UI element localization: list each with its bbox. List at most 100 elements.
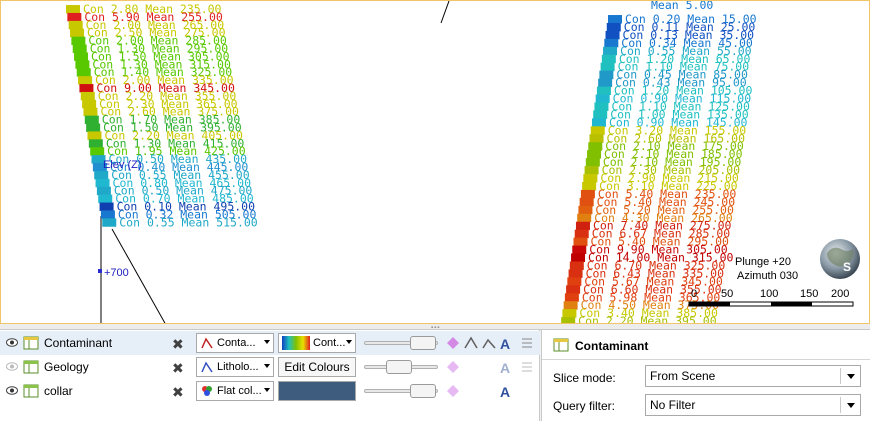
right-hole-label: Con 2.20 Mean 395.00	[578, 314, 717, 324]
scene-canvas[interactable]: Con 2.80 Mean 235.00Con 5.90 Mean 255.00…	[1, 1, 870, 324]
table-object-icon	[23, 360, 39, 374]
properties-title: Contaminant	[575, 339, 649, 353]
scale-tick-100: 100	[760, 288, 778, 300]
left-hole-label: Con 0.55 Mean 515.00	[119, 215, 258, 229]
left-hole-segment	[75, 60, 90, 69]
opacity-slider-thumb[interactable]	[410, 336, 436, 350]
left-hole-segment	[87, 131, 102, 140]
layer-style-dropdown[interactable]: Conta...	[196, 333, 274, 353]
right-hole-segment	[582, 181, 597, 191]
table-object-icon	[23, 336, 39, 350]
right-hole-segment	[567, 277, 582, 286]
left-hole-segment	[94, 170, 109, 180]
slice-icon[interactable]	[446, 360, 460, 374]
right-hole-segment	[598, 78, 613, 88]
layer-style-dropdown[interactable]: Litholo...	[196, 357, 274, 377]
label-text-icon[interactable]: A	[500, 384, 514, 400]
opacity-slider-thumb[interactable]	[386, 360, 412, 374]
left-hole-segment	[66, 5, 80, 14]
right-hole-segment	[605, 30, 620, 40]
left-hole-segment	[70, 28, 85, 38]
elevation-value: +700	[104, 267, 129, 279]
opacity-slider-thumb[interactable]	[410, 384, 436, 398]
right-hole-segment	[600, 62, 615, 72]
label-text-icon[interactable]: A	[500, 360, 514, 376]
layer-name: collar	[44, 384, 73, 398]
right-hole-segment	[593, 110, 608, 119]
filter-icon[interactable]	[464, 336, 478, 350]
eye-icon[interactable]	[6, 338, 18, 347]
remove-layer-button[interactable]: ✖	[172, 360, 184, 377]
right-hole-segment	[578, 205, 593, 215]
scale-tick-150: 150	[800, 288, 818, 300]
scene-view[interactable]: Con 2.80 Mean 235.00 Con 5.90 Mean 255.00…	[0, 0, 870, 324]
table-object-icon	[553, 338, 569, 352]
right-hole-segment	[563, 301, 578, 310]
layer-row-collar[interactable]: collar ✖ Flat col... A	[0, 379, 540, 403]
slice-mode-dropdown[interactable]: From Scene	[645, 365, 861, 387]
layer-row-contaminant[interactable]: Contaminant ✖ Conta... Cont... A	[0, 331, 540, 355]
left-hole-segment	[98, 194, 113, 204]
left-hole-segment	[76, 68, 91, 77]
elevation-axis-label: Elev (Z)	[103, 159, 142, 171]
right-hole-segment	[585, 158, 600, 167]
eye-hidden-icon[interactable]	[6, 362, 18, 371]
list-properties-icon[interactable]	[520, 360, 534, 374]
left-hole-segment	[100, 210, 115, 219]
right-hole-segment	[573, 237, 588, 247]
slice-icon[interactable]	[446, 336, 460, 350]
eye-icon[interactable]	[6, 386, 18, 395]
right-hole-segment	[566, 285, 581, 294]
plunge-readout: Plunge +20	[735, 256, 791, 268]
label-text-icon[interactable]: A	[500, 336, 514, 352]
lithology-icon	[201, 361, 213, 373]
table-object-icon	[23, 384, 39, 398]
line-style-icon	[201, 337, 213, 349]
list-properties-icon[interactable]	[520, 336, 534, 350]
right-hole-segment	[603, 46, 618, 56]
layer-name: Contaminant	[44, 336, 113, 350]
collar-colour-swatch[interactable]	[278, 381, 356, 401]
azimuth-readout: Azimuth 030	[737, 270, 798, 282]
right-hole-top-label: Mean 5.00	[651, 1, 713, 12]
left-hole-segment	[80, 91, 95, 101]
right-hole-segment	[575, 221, 590, 231]
remove-layer-button[interactable]: ✖	[172, 384, 184, 401]
scale-tick-200: 200	[831, 288, 849, 300]
right-hole-segment	[568, 269, 583, 278]
slice-mode-label: Slice mode:	[553, 371, 616, 385]
right-hole-segment	[601, 54, 616, 64]
right-hole-segment	[594, 102, 609, 111]
right-hole-segment	[595, 94, 610, 103]
slice-icon[interactable]	[446, 384, 460, 398]
right-hole-segment	[589, 134, 604, 143]
right-hole-segment	[569, 261, 584, 270]
left-hole-segment	[82, 99, 97, 109]
layer-row-geology[interactable]: Geology ✖ Litholo... Edit Colours A	[0, 355, 540, 379]
right-hole-segment	[561, 317, 576, 323]
left-hole-segment	[86, 123, 101, 132]
right-hole-segment	[591, 118, 606, 127]
layer-colourmap-dropdown[interactable]: Cont...	[278, 333, 356, 353]
left-hole-segment	[90, 147, 105, 156]
properties-header: Contaminant	[542, 330, 870, 360]
right-hole-segment	[604, 38, 619, 48]
left-hole-segment	[72, 44, 87, 53]
left-hole-segment	[74, 52, 89, 61]
query-filter-dropdown[interactable]: No Filter	[645, 394, 861, 416]
left-hole-segment	[83, 107, 98, 117]
right-hole-segment	[577, 213, 592, 223]
right-hole-segment	[572, 245, 587, 255]
left-hole-segment	[67, 12, 82, 22]
left-hole-segment	[68, 20, 83, 30]
left-hole-segment	[84, 115, 99, 125]
right-hole-segment	[562, 309, 577, 318]
edit-colours-button[interactable]: Edit Colours	[278, 357, 356, 377]
right-hole-segment	[574, 229, 589, 239]
layer-style-dropdown[interactable]: Flat col...	[196, 381, 274, 401]
line-icon[interactable]	[482, 336, 496, 350]
properties-panel: Contaminant Slice mode: From Scene Query…	[541, 330, 870, 421]
remove-layer-button[interactable]: ✖	[172, 336, 184, 353]
section-line-top	[440, 1, 450, 24]
orientation-globe-icon[interactable]: S	[820, 239, 860, 279]
